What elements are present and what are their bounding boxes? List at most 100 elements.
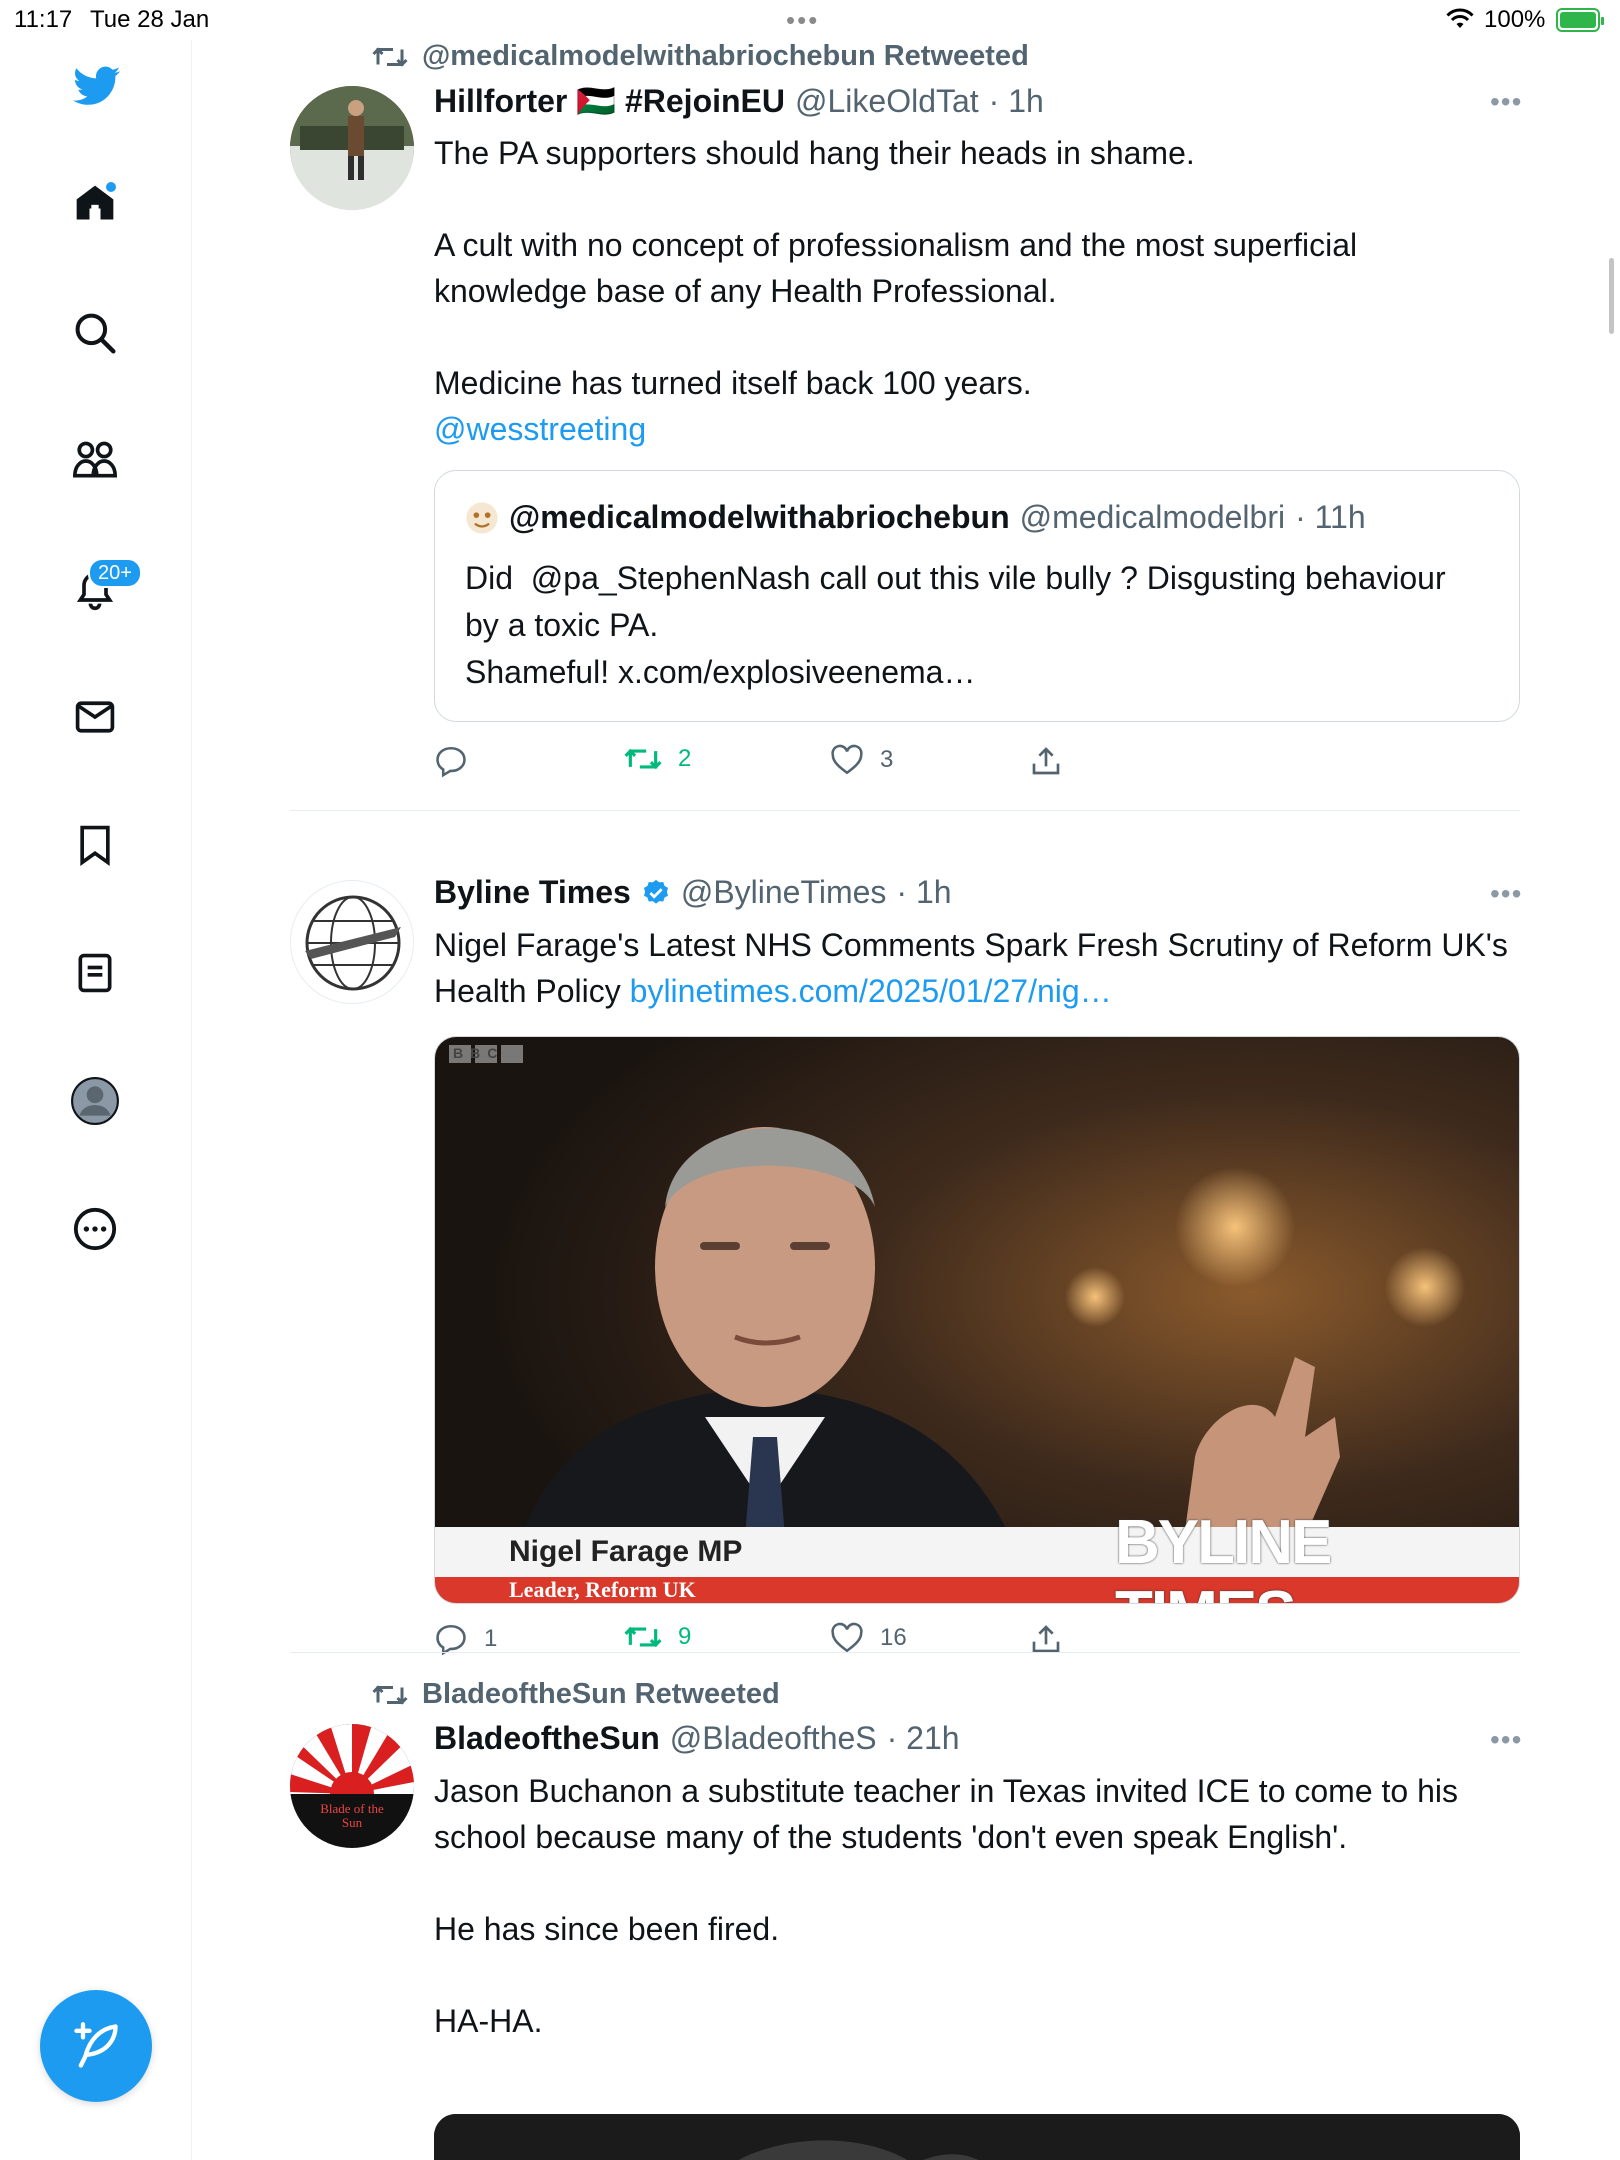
globe-logo-icon bbox=[305, 895, 401, 991]
user-handle[interactable]: @BladeoftheS bbox=[670, 1720, 877, 1757]
retweet-button[interactable]: 9 bbox=[624, 1622, 691, 1652]
article-link[interactable]: bylinetimes.com/2025/01/27/nig… bbox=[630, 973, 1112, 1009]
avatar-text: Blade of the Sun bbox=[320, 1801, 384, 1830]
quoted-handle[interactable]: @medicalmodelbri bbox=[1020, 499, 1285, 536]
share-button[interactable] bbox=[1030, 1622, 1062, 1656]
notifications-badge: 20+ bbox=[88, 558, 142, 588]
quoted-tweet[interactable]: @medicalmodelwithabriochebun @medicalmod… bbox=[434, 470, 1520, 722]
home-unread-dot bbox=[106, 182, 116, 192]
tweet-header: Hillforter 🇵🇸 #RejoinEU @LikeOldTat · 1h bbox=[434, 82, 1044, 120]
tweet-time[interactable]: · 1h bbox=[896, 874, 951, 911]
avatar[interactable]: Blade of the Sun bbox=[290, 1724, 414, 1848]
tweet-actions: 1 9 16 bbox=[434, 1622, 1134, 1662]
quoted-avatar-icon bbox=[466, 501, 498, 534]
tweet-text: Jason Buchanon a substitute teacher in T… bbox=[434, 1773, 1458, 2039]
nav-home[interactable] bbox=[70, 178, 120, 228]
nav-communities[interactable] bbox=[70, 436, 120, 486]
user-handle[interactable]: @BylineTimes bbox=[681, 874, 887, 911]
retweet-context: BladeoftheSun Retweeted bbox=[372, 1678, 780, 1711]
nav-notifications[interactable]: 20+ bbox=[70, 558, 142, 614]
avatar[interactable] bbox=[290, 880, 414, 1004]
retweeted-by[interactable]: @medicalmodelwithabriochebun Retweeted bbox=[422, 40, 1029, 73]
quoted-text: Did @pa_StephenNash call out this vile b… bbox=[465, 560, 1446, 690]
tweet-actions: 2 3 bbox=[434, 744, 1134, 784]
retweet-button[interactable]: 2 bbox=[624, 744, 691, 774]
battery-percent: 100% bbox=[1484, 6, 1546, 33]
scrollbar[interactable] bbox=[1609, 258, 1614, 334]
byline-watermark: BYLINE TIMES bbox=[1115, 1508, 1332, 1603]
nav-messages[interactable] bbox=[70, 692, 120, 742]
compose-feather-icon bbox=[74, 2022, 118, 2068]
quoted-display-name[interactable]: @medicalmodelwithabriochebun bbox=[509, 499, 1010, 536]
nav-profile[interactable] bbox=[70, 1076, 120, 1126]
tweet-more-icon[interactable]: ••• bbox=[1490, 86, 1522, 118]
wifi-icon bbox=[1446, 8, 1474, 28]
like-count: 16 bbox=[880, 1624, 907, 1651]
battery-icon bbox=[1556, 8, 1604, 32]
nav-lists[interactable] bbox=[70, 948, 120, 998]
avatar[interactable] bbox=[290, 86, 414, 210]
broadcaster-logo: BBC bbox=[453, 1045, 505, 1061]
retweet-context: @medicalmodelwithabriochebun Retweeted bbox=[372, 40, 1029, 73]
retweeted-by[interactable]: BladeoftheSun Retweeted bbox=[422, 1678, 780, 1711]
status-bar: 11:17 Tue 28 Jan ••• 100% bbox=[0, 0, 1620, 40]
lists-icon bbox=[78, 953, 112, 993]
profile-icon bbox=[71, 1077, 119, 1125]
tweet-time[interactable]: · 1h bbox=[989, 83, 1044, 120]
user-handle[interactable]: @LikeOldTat bbox=[795, 83, 979, 120]
tweet-divider bbox=[290, 1652, 1520, 1653]
bookmarks-icon bbox=[80, 825, 110, 866]
reply-button[interactable]: 1 bbox=[434, 1622, 497, 1656]
retweet-icon bbox=[624, 1626, 662, 1648]
nav-bookmarks[interactable] bbox=[70, 820, 120, 870]
share-button[interactable] bbox=[1030, 744, 1062, 778]
retweet-icon bbox=[624, 748, 662, 770]
more-icon bbox=[73, 1207, 117, 1251]
tweet-photo bbox=[434, 2114, 1520, 2160]
tweet-header: Byline Times @BylineTimes · 1h bbox=[434, 874, 952, 911]
status-date: Tue 28 Jan bbox=[90, 6, 210, 33]
mention-link[interactable]: @wesstreeting bbox=[434, 406, 1514, 452]
display-name[interactable]: Hillforter 🇵🇸 #RejoinEU bbox=[434, 82, 785, 120]
quoted-time[interactable]: · 11h bbox=[1295, 499, 1366, 536]
caption-role: Leader, Reform UK bbox=[509, 1577, 696, 1602]
share-icon bbox=[1032, 747, 1060, 775]
reply-count: 1 bbox=[484, 1625, 498, 1652]
heart-icon bbox=[831, 1622, 863, 1653]
tweet-header: BladeoftheSun @BladeoftheS · 21h bbox=[434, 1720, 960, 1757]
display-name[interactable]: BladeoftheSun bbox=[434, 1720, 660, 1757]
retweet-count: 9 bbox=[678, 1623, 692, 1650]
like-button[interactable]: 16 bbox=[830, 1622, 907, 1654]
tweet-more-icon[interactable]: ••• bbox=[1490, 1724, 1522, 1756]
search-icon bbox=[75, 313, 116, 354]
multitasking-dots[interactable]: ••• bbox=[786, 7, 819, 33]
retweet-count: 2 bbox=[678, 745, 692, 772]
communities-icon bbox=[72, 441, 118, 478]
retweet-icon bbox=[372, 1684, 408, 1705]
display-name[interactable]: Byline Times bbox=[434, 874, 631, 911]
caption-name: Nigel Farage MP bbox=[509, 1535, 743, 1568]
tweet-divider bbox=[290, 810, 1520, 811]
tweet-more-icon[interactable]: ••• bbox=[1490, 878, 1522, 910]
tweet-image[interactable] bbox=[434, 2114, 1520, 2160]
tweet-text: The PA supporters should hang their head… bbox=[434, 135, 1358, 401]
retweet-icon bbox=[372, 46, 408, 67]
quoted-header: @medicalmodelwithabriochebun @medicalmod… bbox=[465, 499, 1366, 536]
reply-button[interactable] bbox=[434, 744, 484, 778]
twitter-logo-icon[interactable] bbox=[70, 62, 124, 110]
sidebar-nav: 20+ bbox=[0, 40, 192, 2160]
verified-badge-icon bbox=[643, 879, 668, 904]
tweet-image[interactable]: BBC Nigel Farage MP Leader, Reform UK BY… bbox=[434, 1036, 1520, 1604]
share-icon bbox=[1032, 1625, 1060, 1653]
reply-icon bbox=[436, 1624, 466, 1656]
compose-tweet-button[interactable] bbox=[40, 1990, 152, 2102]
status-time: 11:17 bbox=[14, 6, 73, 33]
tweet-time[interactable]: · 21h bbox=[887, 1720, 960, 1757]
avatar-photo bbox=[290, 86, 414, 210]
like-button[interactable]: 3 bbox=[830, 744, 893, 776]
reply-icon bbox=[436, 746, 466, 778]
nav-more[interactable] bbox=[70, 1204, 120, 1254]
nav-explore[interactable] bbox=[70, 308, 120, 358]
heart-icon bbox=[831, 744, 863, 775]
messages-icon bbox=[75, 701, 115, 733]
